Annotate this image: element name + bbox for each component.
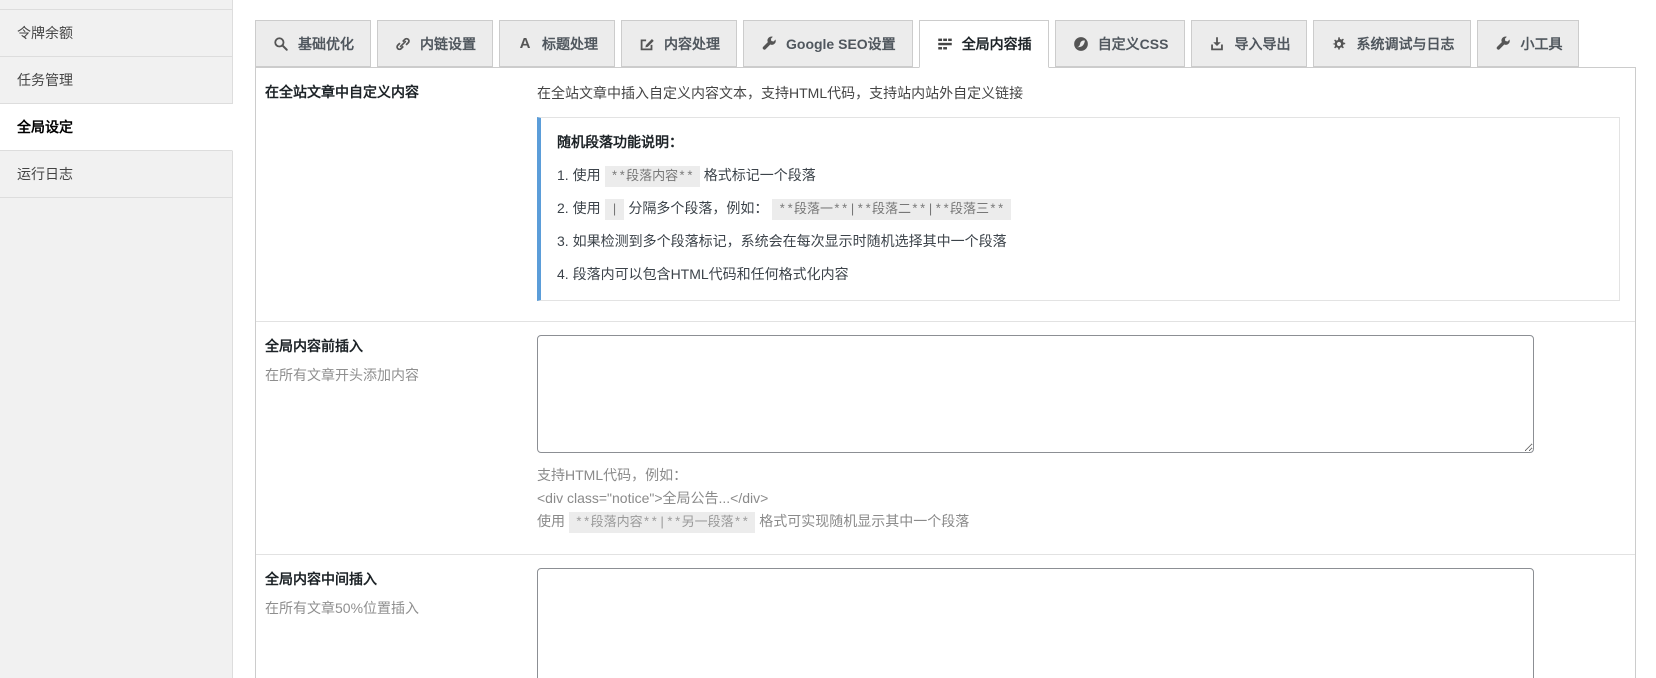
info-text: 格式标记一个段落 [703,167,816,183]
tab-basic-optimization[interactable]: 基础优化 [255,20,371,67]
info-line-1: 1. 使用 **段落内容** 格式标记一个段落 [557,165,1603,187]
form-row-content-mid-insert: 全局内容中间插入 在所有文章50%位置插入 [256,553,1635,678]
wrench-icon [760,35,778,53]
sidebar-item-token-balance[interactable]: 令牌余额 [0,10,233,57]
import-export-icon [1208,35,1226,53]
random-paragraph-info-box: 随机段落功能说明： 1. 使用 **段落内容** 格式标记一个段落 2. 使用 | 分隔… [537,117,1620,301]
field-label: 全局内容中间插入 [265,570,377,587]
info-line-4: 4. 段落内可以包含HTML代码和任何格式化内容 [557,266,849,282]
letter-a-icon: A [519,35,531,52]
help-text: 格式可实现随机显示其中一个段落 [759,513,970,530]
tools-icon [1494,35,1512,53]
tab-label: 全局内容插 [961,36,1032,52]
tab-internal-links[interactable]: 内链设置 [377,20,493,67]
edit-icon [638,35,656,53]
tab-label: 内容处理 [664,35,720,52]
code-sample: **段落一**|**段落二**|**段落三** [772,199,1011,220]
link-icon [394,35,412,53]
main-area: 基础优化 内链设置 A 标题处理 内容处理 Google SEO设置 全局内容插… [233,0,1656,678]
tab-global-content-insert[interactable]: 全局内容插 [918,20,1049,68]
sidebar-item-task-management[interactable]: 任务管理 [0,57,233,104]
tab-label: 标题处理 [542,35,598,52]
info-text: 1. 使用 [557,167,601,183]
tab-google-seo[interactable]: Google SEO设置 [743,20,913,67]
info-text: 分隔多个段落，例如： [628,200,769,216]
code-sample: **段落内容** [604,166,700,187]
info-line-2: 2. 使用 | 分隔多个段落，例如： **段落一**|**段落二**|**段落三** [557,198,1603,220]
tab-mini-tools[interactable]: 小工具 [1477,20,1580,67]
settings-tabbar: 基础优化 内链设置 A 标题处理 内容处理 Google SEO设置 全局内容插… [255,20,1636,68]
field-description: 在全站文章中插入自定义内容文本，支持HTML代码，支持站内站外自定义链接 [537,85,1024,101]
field-sublabel: 在所有文章开头添加内容 [265,367,419,383]
info-box-title: 随机段落功能说明： [557,134,683,150]
customizer-icon [1072,35,1090,53]
sidebar-filler [0,198,233,678]
search-icon [272,35,290,53]
form-row-custom-content: 在全站文章中自定义内容 在全站文章中插入自定义内容文本，支持HTML代码，支持站… [256,68,1635,321]
settings-panel: 在全站文章中自定义内容 在全站文章中插入自定义内容文本，支持HTML代码，支持站… [255,67,1636,678]
help-line-2: <div class="notice">全局公告...</div> [537,490,769,507]
settings-sidebar: 令牌余额 任务管理 全局设定 运行日志 [0,0,233,678]
tab-content-processing[interactable]: 内容处理 [621,20,737,67]
form-row-content-pre-insert: 全局内容前插入 在所有文章开头添加内容 支持HTML代码，例如： <div cl… [256,321,1635,554]
info-line-3: 3. 如果检测到多个段落标记，系统会在每次显示时随机选择其中一个段落 [557,233,1007,249]
tab-label: 自定义CSS [1097,35,1169,52]
tab-title-processing[interactable]: A 标题处理 [499,20,615,67]
global-content-mid-insert-textarea[interactable] [537,567,1534,678]
tab-label: Google SEO设置 [786,35,896,52]
tab-custom-css[interactable]: 自定义CSS [1054,20,1186,67]
field-label: 在全站文章中自定义内容 [265,84,419,100]
field-label: 全局内容前插入 [265,338,363,354]
help-text: 使用 [537,513,565,530]
tab-system-debug-log[interactable]: 系统调试与日志 [1313,20,1472,67]
code-sample: **段落内容**|**另一段落** [569,512,756,534]
sidebar-item-global-settings[interactable]: 全局设定 [0,104,233,151]
tab-label: 系统调试与日志 [1356,35,1455,52]
tab-import-export[interactable]: 导入导出 [1191,20,1308,67]
gear-icon [1330,35,1348,53]
field-sublabel: 在所有文章50%位置插入 [265,599,420,616]
help-line-1: 支持HTML代码，例如： [537,467,688,483]
info-text: 2. 使用 [557,200,601,216]
settings-page: 令牌余额 任务管理 全局设定 运行日志 基础优化 内链设置 A 标题处理 内容处… [0,0,1656,678]
sidebar-item-partial [0,0,233,10]
global-content-pre-insert-textarea[interactable] [537,335,1534,453]
tab-label: 小工具 [1520,35,1563,52]
pre-insert-help: 支持HTML代码，例如： <div class="notice">全局公告...… [537,464,1620,534]
tab-label: 导入导出 [1234,35,1291,52]
tab-label: 内链设置 [420,35,476,52]
tab-label: 基础优化 [298,35,354,52]
code-sample: | [604,199,625,220]
insert-content-icon [936,35,954,53]
sidebar-item-run-log[interactable]: 运行日志 [0,151,233,198]
help-line-3: 使用 **段落内容**|**另一段落** 格式可实现随机显示其中一个段落 [537,510,1620,534]
